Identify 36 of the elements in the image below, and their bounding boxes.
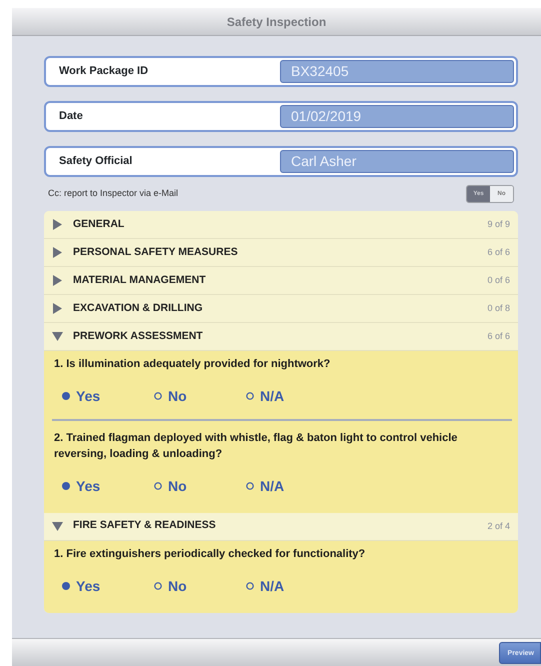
radio-option[interactable]: No: [154, 386, 246, 407]
radio-option[interactable]: N/A: [246, 386, 338, 407]
radio-option[interactable]: No: [154, 576, 246, 597]
expand-triangle-icon[interactable]: [52, 303, 63, 314]
radio-option[interactable]: N/A: [246, 576, 338, 597]
section-count: 6 of 6: [487, 246, 510, 259]
field-label: Date: [58, 109, 84, 124]
question-text: 2. Trained flagman deployed with whistle, flag & baton light to control vehicle reversing, loading & unloading?: [54, 430, 458, 462]
section-count: 6 of 6: [487, 330, 510, 343]
radio-option[interactable]: Yes: [62, 476, 154, 497]
section-count: 0 of 8: [487, 302, 510, 315]
collapse-triangle-icon[interactable]: [52, 520, 63, 532]
radio-option[interactable]: No: [154, 476, 246, 497]
cc-label: Cc: report to Inspector via e-Mail: [48, 187, 178, 200]
section-title: MATERIAL MANAGEMENT: [73, 272, 206, 288]
section-title: FIRE SAFETY & READINESS: [73, 518, 216, 534]
section-count: 0 of 6: [487, 274, 510, 287]
section-count: 2 of 4: [487, 520, 510, 533]
question-text: 1. Is illumination adequately provided for nightwork?: [54, 357, 332, 372]
window-title: Safety Inspection: [226, 14, 326, 30]
expand-triangle-icon[interactable]: [52, 275, 63, 286]
section-title: EXCAVATION & DRILLING: [73, 300, 202, 316]
section-header[interactable]: GENERAL 9 of 9: [44, 211, 518, 239]
collapse-triangle-icon[interactable]: [52, 331, 63, 342]
radio-option[interactable]: N/A: [246, 476, 338, 497]
radio-option[interactable]: Yes: [62, 386, 154, 407]
expand-triangle-icon[interactable]: [52, 219, 63, 230]
expand-triangle-icon[interactable]: [52, 247, 63, 258]
field-label: Work Package ID: [58, 64, 150, 80]
radio-option[interactable]: Yes: [62, 576, 154, 597]
section-title: GENERAL: [73, 216, 124, 232]
field-label: Safety Official: [58, 154, 134, 170]
section-title: PERSONAL SAFETY MEASURES: [73, 244, 238, 260]
question-text: 1. Fire extinguishers periodically checked for functionality?: [54, 546, 366, 562]
section-count: 9 of 9: [487, 218, 510, 231]
section-title: PREWORK ASSESSMENT: [73, 328, 203, 344]
